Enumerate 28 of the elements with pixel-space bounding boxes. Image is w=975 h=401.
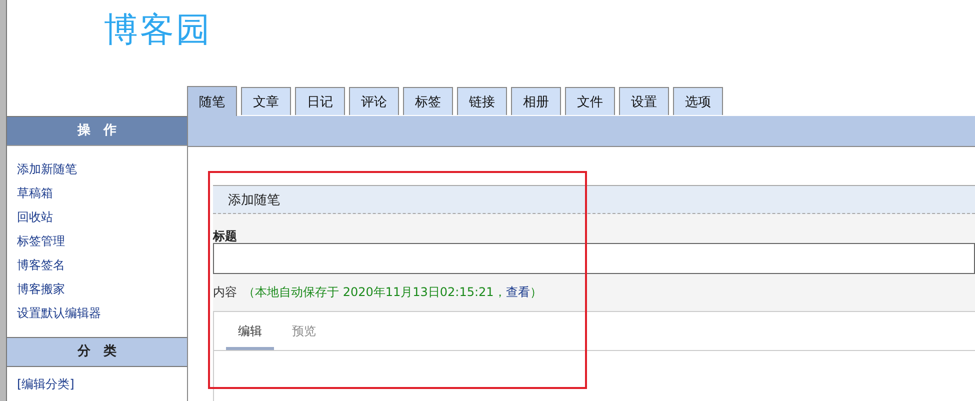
view-link[interactable]: 查看 (506, 285, 530, 299)
nav-tab[interactable]: 链接 (457, 87, 507, 115)
sidebar-link[interactable]: 博客签名 (17, 256, 177, 275)
sidebar-link[interactable]: 博客搬家 (17, 280, 177, 299)
title-input-field[interactable] (213, 243, 975, 274)
sidebar-link[interactable]: 回收站 (17, 208, 177, 227)
editor-tab[interactable]: 编辑 (226, 323, 274, 350)
nav-tab[interactable]: 设置 (619, 87, 669, 115)
nav-tab[interactable]: 评论 (349, 87, 399, 115)
panel-title: 添加随笔 (228, 192, 280, 208)
nav-tab[interactable]: 标签 (403, 87, 453, 115)
sidebar-link[interactable]: 草稿箱 (17, 184, 177, 203)
sidebar-header: 分 类 (7, 337, 187, 367)
autosave-note: （本地自动保存于 2020年11月13日02:15:21，查看） (243, 284, 542, 301)
nav-tab[interactable]: 文章 (241, 87, 291, 115)
nav-tab[interactable]: 随笔 (187, 86, 237, 116)
sidebar-link[interactable]: 设置默认编辑器 (17, 304, 177, 323)
content-label: 内容 (213, 284, 237, 301)
sidebar-header: 操 作 (7, 116, 187, 146)
nav-tab[interactable]: 日记 (295, 87, 345, 115)
sidebar-link[interactable]: 标签管理 (17, 232, 177, 251)
sidebar-link[interactable]: [编辑分类] (17, 375, 177, 394)
sidebar-link[interactable]: 添加新随笔 (17, 160, 177, 179)
editor-tab[interactable]: 预览 (280, 323, 328, 350)
nav-tab[interactable]: 选项 (673, 87, 723, 115)
nav-tab[interactable]: 相册 (511, 87, 561, 115)
title-label: 标题 (213, 229, 238, 243)
nav-tab[interactable]: 文件 (565, 87, 615, 115)
